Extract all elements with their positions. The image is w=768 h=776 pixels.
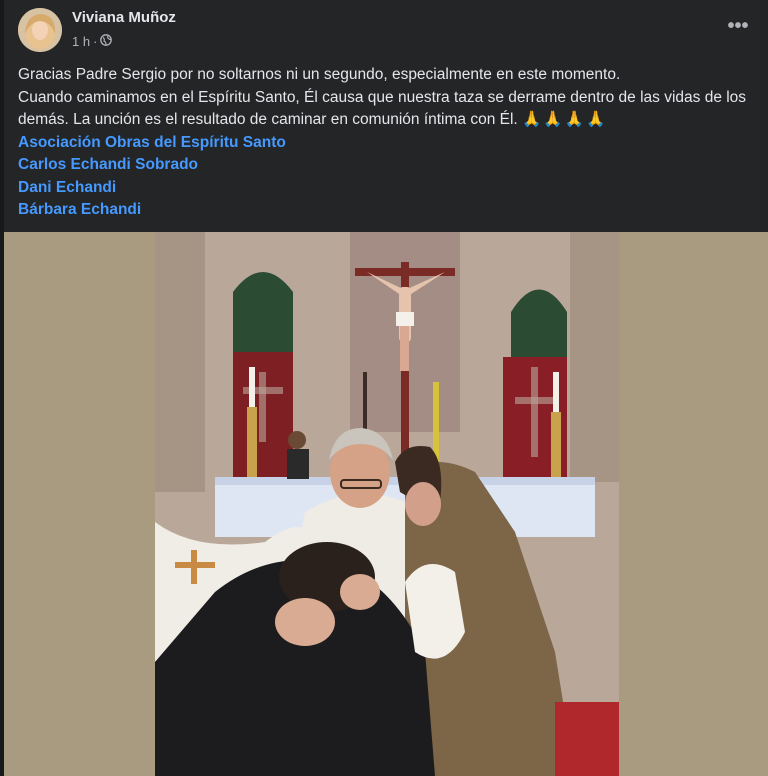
mention-link[interactable]: Bárbara Echandi: [18, 199, 758, 222]
post-meta: 1 h ·: [72, 34, 113, 49]
mention-link[interactable]: Carlos Echandi Sobrado: [18, 154, 758, 177]
post-header: Viviana Muñoz 1 h · •••: [4, 0, 768, 56]
globe-icon[interactable]: [100, 34, 113, 49]
mention-link[interactable]: Dani Echandi: [18, 177, 758, 200]
post-text-line: Cuando caminamos en el Espíritu Santo, É…: [18, 87, 758, 132]
post-text-body: Cuando caminamos en el Espíritu Santo, É…: [18, 88, 747, 129]
post-card: Viviana Muñoz 1 h · ••• Gracias Padre Se…: [4, 0, 768, 776]
church-photo: [155, 232, 619, 776]
timestamp[interactable]: 1 h: [72, 34, 90, 49]
post-text: Gracias Padre Sergio por no soltarnos ni…: [18, 64, 758, 222]
post-text-line: Gracias Padre Sergio por no soltarnos ni…: [18, 66, 621, 83]
avatar[interactable]: [18, 8, 62, 52]
praying-hands-emoji: 🙏🙏🙏🙏: [522, 111, 608, 128]
meta-separator: ·: [93, 34, 98, 49]
author-name[interactable]: Viviana Muñoz: [72, 9, 176, 26]
more-options-icon[interactable]: •••: [726, 16, 750, 40]
post-photo[interactable]: [4, 232, 768, 776]
mention-link[interactable]: Asociación Obras del Espíritu Santo: [18, 132, 758, 155]
